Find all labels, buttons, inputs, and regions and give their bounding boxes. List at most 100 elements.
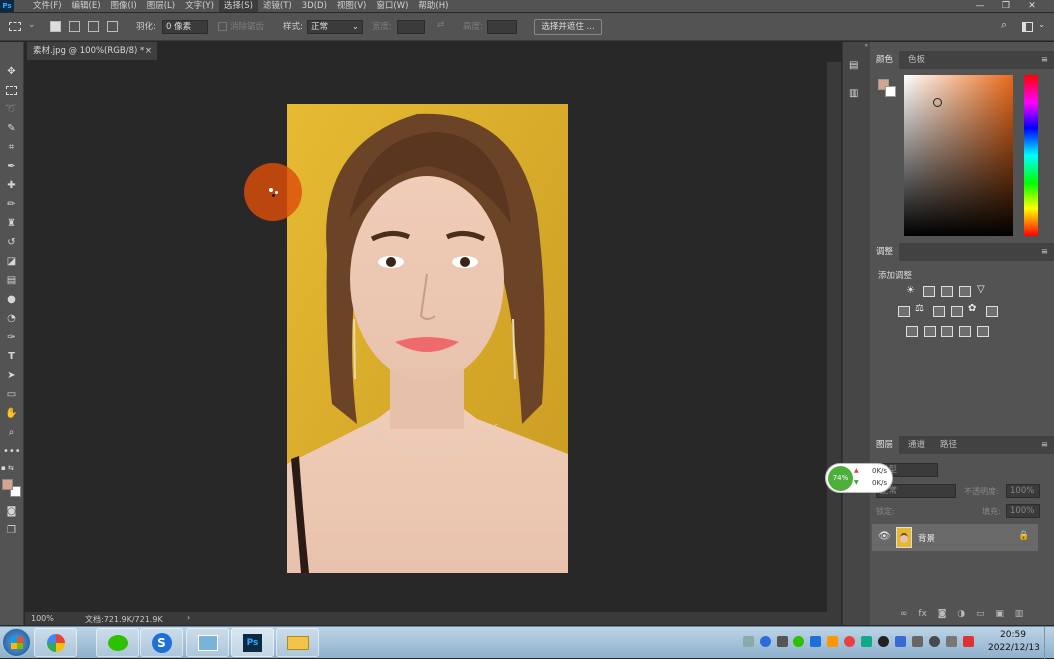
healing-brush-tool-icon[interactable]: ✚ [3,178,20,193]
tab-channels[interactable]: 通道 [902,436,931,454]
menu-type[interactable]: 文字(Y) [180,0,219,12]
tray-volume-icon[interactable] [912,636,923,647]
color-picker-field[interactable] [904,75,1013,236]
taskbar-date[interactable]: 2022/12/13 [988,643,1040,653]
eraser-tool-icon[interactable]: ◪ [3,254,20,269]
workspace-chevron-icon[interactable]: ⌄ [1038,20,1045,30]
tray-wechat-icon[interactable] [793,636,804,647]
network-speed-widget[interactable]: 74% ▲ 0K/s ▼ 0K/s [825,463,893,493]
vibrance-icon[interactable]: ▽ [977,284,985,295]
tray-keyboard-icon[interactable] [743,636,754,647]
history-panel-icon[interactable]: ▤ [849,60,863,74]
tray-security-icon[interactable] [827,636,838,647]
select-and-mask-button[interactable]: 选择并遮住 ... [534,19,602,35]
hue-saturation-icon[interactable] [898,306,910,317]
rectangle-tool-icon[interactable]: ▭ [3,387,20,402]
zoom-tool-icon[interactable]: ⌕ [3,425,20,440]
panel-menu-icon[interactable]: ≡ [1041,51,1048,69]
height-input[interactable] [487,20,517,34]
panel-background-swatch[interactable] [885,86,896,97]
tray-network-icon[interactable] [895,636,906,647]
fill-input[interactable]: 100% [1006,504,1040,518]
lasso-tool-icon[interactable]: ➰ [3,102,20,117]
crop-tool-icon[interactable]: ⌗ [3,140,20,155]
visibility-eye-icon[interactable]: 👁 [878,531,891,542]
swap-colors-icon[interactable]: ▪ ⇆ [1,464,23,474]
menu-help[interactable]: 帮助(H) [413,0,453,12]
menu-file[interactable]: 文件(F) [28,0,67,12]
chevron-down-icon[interactable]: ⌄ [28,20,36,30]
channel-mixer-icon[interactable]: ✿ [968,303,976,314]
foreground-color-swatch[interactable] [2,479,13,490]
properties-panel-icon[interactable]: ▥ [849,88,863,102]
tray-app-icon[interactable] [810,636,821,647]
blur-tool-icon[interactable]: ● [3,292,20,307]
width-input[interactable] [397,20,425,34]
rectangular-marquee-tool-icon[interactable] [3,83,20,98]
panel-menu-icon[interactable]: ≡ [1041,243,1048,261]
taskbar-photoshop-button[interactable]: Ps [231,628,274,657]
more-tools-icon[interactable]: ••• [3,444,21,459]
type-tool-icon[interactable]: T [3,349,20,364]
levels-icon[interactable] [923,286,935,297]
tab-swatches[interactable]: 色板 [902,51,931,69]
vertical-scrollbar[interactable] [827,62,841,612]
intersect-selection-icon[interactable] [107,21,118,32]
status-arrow-icon[interactable]: › [187,613,190,622]
path-selection-tool-icon[interactable]: ➤ [3,368,20,383]
layers-footer-icons[interactable]: ∞ fx ◙ ◑ ▭ ▣ ▥ [900,609,1040,621]
tray-flag-icon[interactable] [963,636,974,647]
tray-flower-icon[interactable] [844,636,855,647]
brightness-contrast-icon[interactable]: ☀ [906,285,915,296]
color-balance-icon[interactable]: ⚖ [915,303,924,314]
zoom-level[interactable]: 100% [31,614,54,623]
tab-adjustments[interactable]: 调整 [870,243,900,261]
antialias-checkbox[interactable] [218,22,227,31]
hue-slider[interactable] [1024,75,1038,236]
exposure-icon[interactable] [959,286,971,297]
picker-cursor[interactable] [933,98,942,107]
curves-icon[interactable] [941,286,953,297]
marquee-preset-icon[interactable] [9,22,21,31]
close-tab-icon[interactable]: × [145,42,152,60]
pen-tool-icon[interactable]: ✑ [3,330,20,345]
photo-filter-icon[interactable] [951,306,963,317]
menu-select[interactable]: 选择(S) [218,0,258,12]
invert-icon[interactable] [906,326,918,337]
threshold-icon[interactable] [941,326,953,337]
tab-color[interactable]: 颜色 [870,51,900,69]
taskbar-files-button[interactable] [186,628,229,657]
layer-name[interactable]: 背景 [918,532,935,544]
taskbar-google-button[interactable] [34,628,77,657]
history-brush-tool-icon[interactable]: ↺ [3,235,20,250]
screen-mode-icon[interactable]: ❐ [3,523,20,538]
opacity-input[interactable]: 100% [1006,484,1040,498]
tray-qq-icon[interactable] [878,636,889,647]
menu-image[interactable]: 图像(I) [106,0,142,12]
tray-status-icon[interactable] [929,636,940,647]
gradient-tool-icon[interactable]: ▤ [3,273,20,288]
quick-selection-tool-icon[interactable]: ✎ [3,121,20,136]
dodge-tool-icon[interactable]: ◔ [3,311,20,326]
brush-tool-icon[interactable]: ✏ [3,197,20,212]
tray-display-icon[interactable] [946,636,957,647]
tray-pen-icon[interactable] [777,636,788,647]
close-button[interactable]: ✕ [1020,0,1044,12]
photoshop-logo[interactable]: Ps [0,0,14,12]
selective-color-icon[interactable] [959,326,971,337]
tray-help-icon[interactable] [760,636,771,647]
layer-row-background[interactable]: 👁 背景 🔒 [872,524,1038,551]
taskbar-wechat-button[interactable] [96,628,139,657]
search-icon[interactable]: ⌕ [1001,18,1007,32]
feather-input[interactable]: 0 像素 [162,20,208,34]
color-lookup-icon[interactable] [986,306,998,317]
menu-view[interactable]: 视图(V) [332,0,371,12]
subtract-selection-icon[interactable] [88,21,99,32]
clone-stamp-tool-icon[interactable]: ♜ [3,216,20,231]
taskbar-sogou-button[interactable]: S [140,628,183,657]
tray-grid-icon[interactable] [861,636,872,647]
menu-filter[interactable]: 滤镜(T) [258,0,297,12]
show-desktop-button[interactable] [1044,627,1054,659]
document-tab[interactable]: 素材.jpg @ 100%(RGB/8) * × [27,42,157,60]
swap-icon[interactable]: ⇄ [437,20,444,30]
